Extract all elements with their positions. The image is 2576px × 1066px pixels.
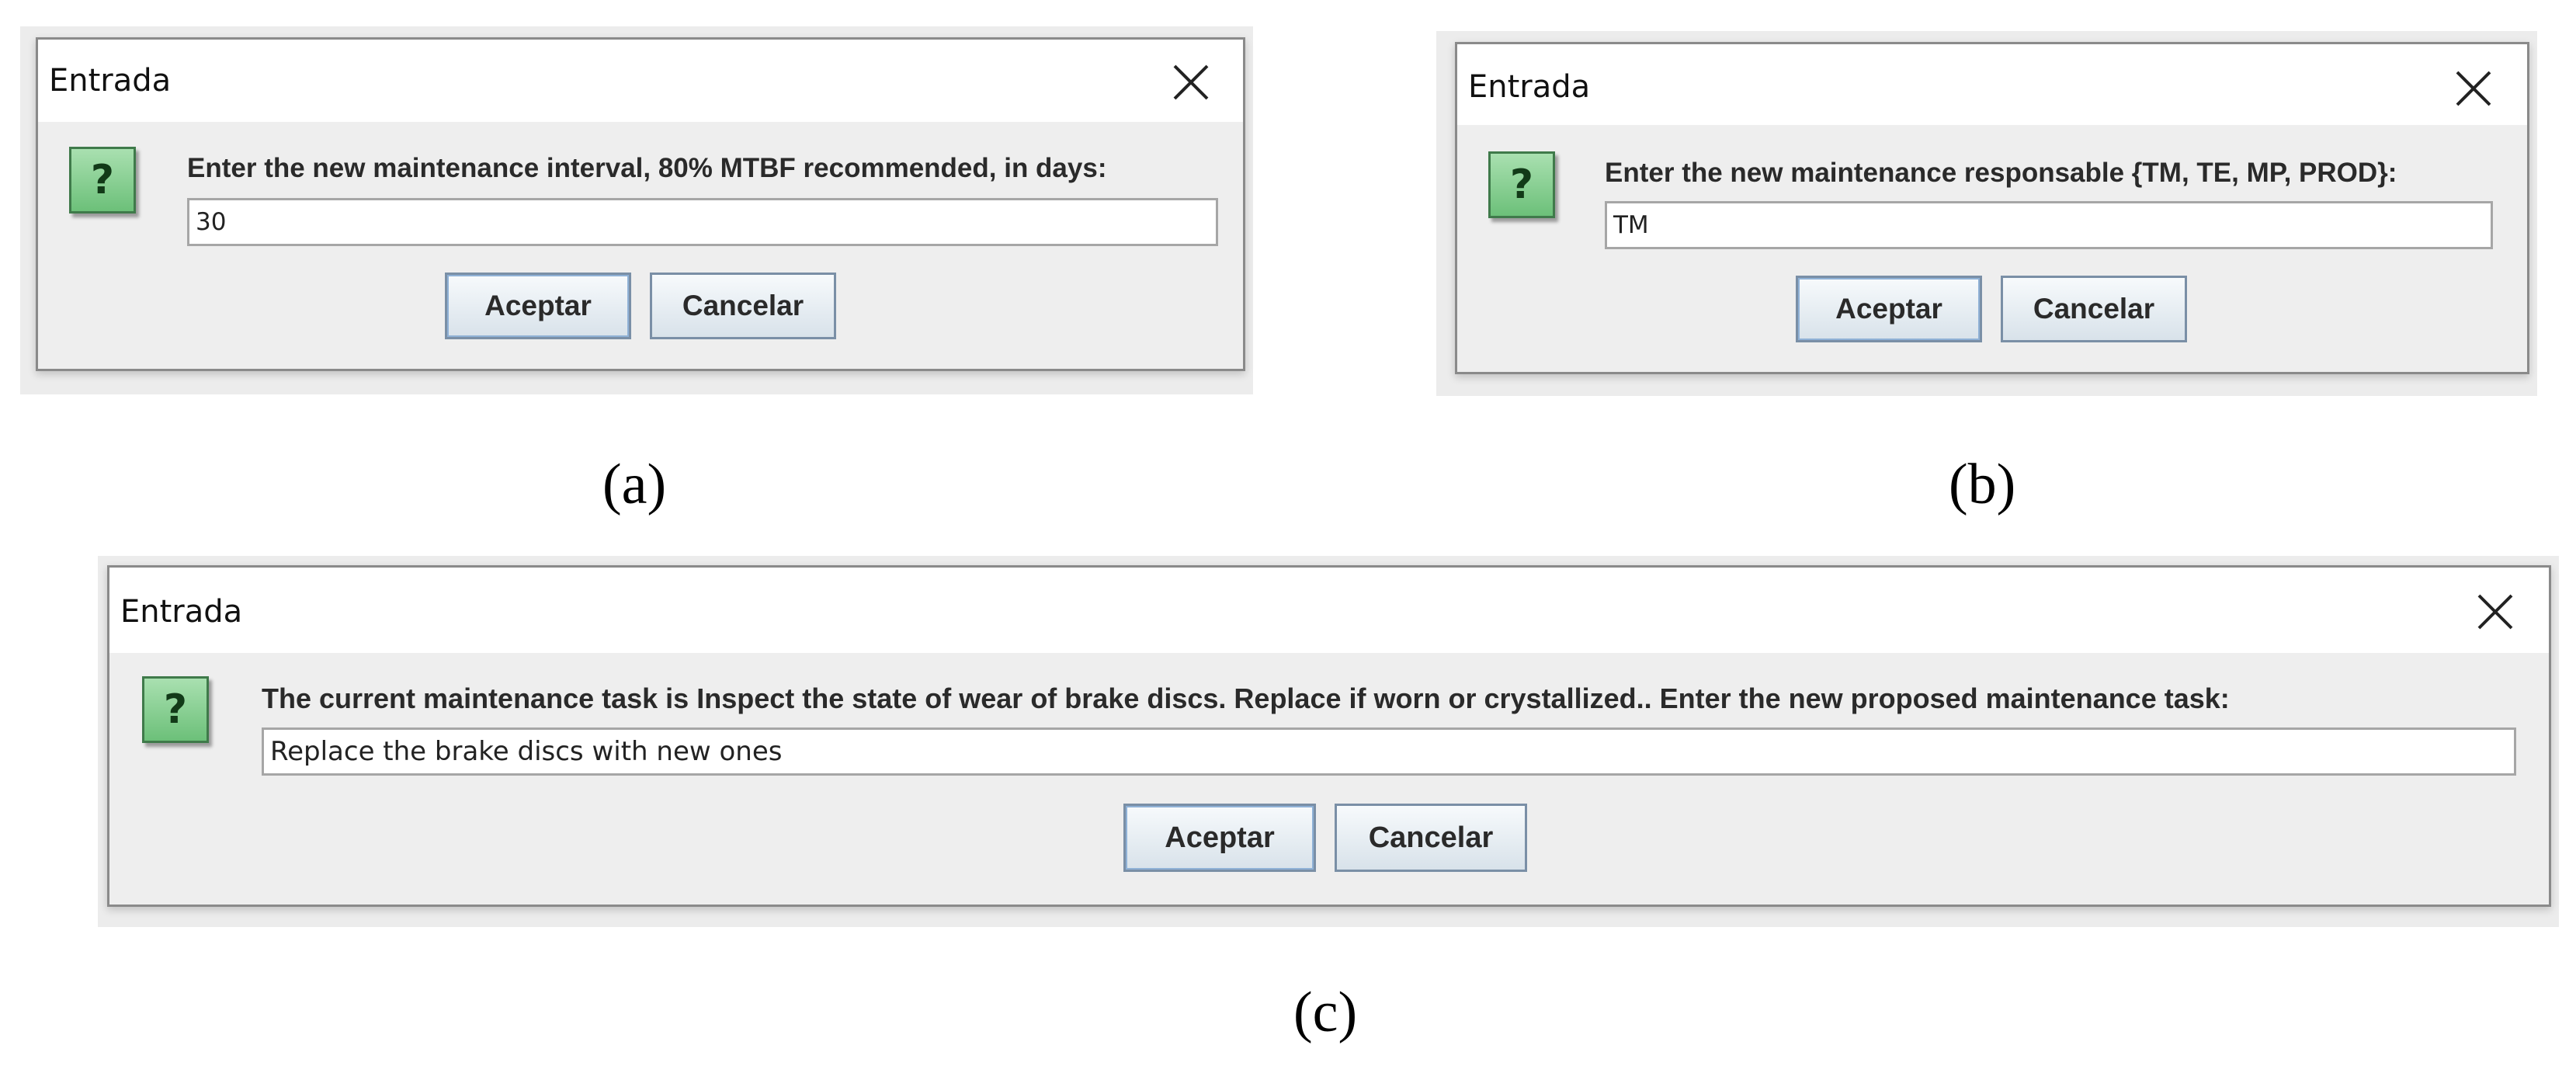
dialog-b: Entrada ? Enter the new maintenance resp… (1455, 42, 2529, 374)
dialog-c-title: Entrada (120, 594, 243, 630)
dialog-b-titlebar[interactable]: Entrada (1457, 44, 2527, 125)
question-icon: ? (1488, 151, 1555, 218)
prompt-text: Enter the new maintenance interval, 80% … (187, 153, 1107, 183)
prompt-text: Enter the new maintenance responsable {T… (1605, 158, 2397, 188)
caption-b: (b) (1949, 453, 2016, 516)
prompt-text: The current maintenance task is Inspect … (262, 682, 2230, 714)
accept-button[interactable]: Aceptar (445, 273, 631, 339)
dialog-a-title: Entrada (49, 63, 172, 99)
accept-button[interactable]: Aceptar (1123, 804, 1316, 872)
cancel-button[interactable]: Cancelar (2001, 276, 2187, 342)
accept-button[interactable]: Aceptar (1796, 276, 1982, 342)
dialog-a: Entrada ? Enter the new maintenance inte… (36, 37, 1245, 371)
task-input[interactable]: Replace the brake discs with new ones (262, 727, 2516, 776)
caption-a: (a) (602, 453, 667, 516)
cancel-button[interactable]: Cancelar (1335, 804, 1527, 872)
question-icon: ? (142, 676, 209, 743)
caption-c: (c) (1293, 981, 1358, 1044)
cancel-button[interactable]: Cancelar (650, 273, 836, 339)
dialog-c-titlebar[interactable]: Entrada (109, 568, 2549, 653)
responsible-input[interactable]: TM (1605, 201, 2493, 249)
close-icon[interactable] (2454, 69, 2493, 108)
dialog-c: Entrada ? The current maintenance task i… (107, 565, 2551, 907)
close-icon[interactable] (2476, 592, 2515, 631)
question-icon: ? (69, 147, 136, 214)
interval-input[interactable]: 30 (187, 198, 1218, 246)
dialog-b-title: Entrada (1468, 69, 1591, 105)
close-icon[interactable] (1172, 63, 1210, 102)
dialog-a-titlebar[interactable]: Entrada (38, 40, 1243, 122)
